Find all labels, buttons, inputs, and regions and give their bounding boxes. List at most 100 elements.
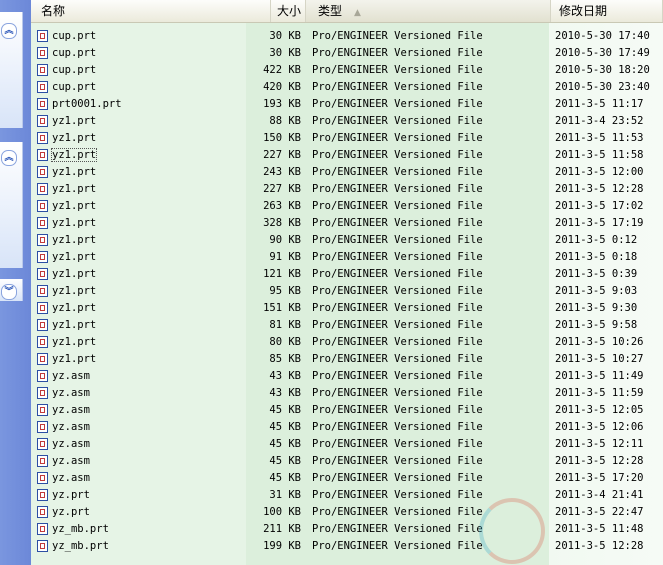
file-row[interactable]: yz.asm 45 KB Pro/ENGINEER Versioned File 20… bbox=[31, 436, 663, 453]
file-size-text: 227 KB bbox=[263, 183, 301, 195]
file-row[interactable]: yz1.prt 243 KB Pro/ENGINEER Versioned File… bbox=[31, 164, 663, 181]
file-row[interactable]: cup.prt 420 KB Pro/ENGINEER Versioned File… bbox=[31, 79, 663, 96]
file-name: yz.asm bbox=[52, 385, 252, 402]
file-row[interactable]: yz1.prt 88 KB Pro/ENGINEER Versioned File 2… bbox=[31, 113, 663, 130]
file-date-text: 2011-3-5 12:05 bbox=[555, 404, 644, 416]
file-row[interactable]: yz1.prt 91 KB Pro/ENGINEER Versioned File 2… bbox=[31, 249, 663, 266]
file-type: Pro/ENGINEER Versioned File bbox=[312, 317, 542, 334]
file-row[interactable]: yz1.prt 90 KB Pro/ENGINEER Versioned File 2… bbox=[31, 232, 663, 249]
proe-file-icon bbox=[37, 336, 48, 348]
proe-file-icon bbox=[37, 98, 48, 110]
file-row[interactable]: cup.prt 422 KB Pro/ENGINEER Versioned File… bbox=[31, 62, 663, 79]
file-row[interactable]: yz.asm 43 KB Pro/ENGINEER Versioned File 20… bbox=[31, 385, 663, 402]
file-row[interactable]: cup.prt 30 KB Pro/ENGINEER Versioned File 2… bbox=[31, 28, 663, 45]
file-name-text: yz.asm bbox=[52, 404, 90, 416]
file-size: 211 KB bbox=[241, 521, 301, 538]
file-size-text: 227 KB bbox=[263, 149, 301, 161]
file-type-text: Pro/ENGINEER Versioned File bbox=[312, 98, 483, 110]
file-row[interactable]: yz.prt 100 KB Pro/ENGINEER Versioned File 2… bbox=[31, 504, 663, 521]
file-type-text: Pro/ENGINEER Versioned File bbox=[312, 30, 483, 42]
file-type-text: Pro/ENGINEER Versioned File bbox=[312, 370, 483, 382]
file-type-text: Pro/ENGINEER Versioned File bbox=[312, 81, 483, 93]
file-row[interactable]: cup.prt 30 KB Pro/ENGINEER Versioned File 2… bbox=[31, 45, 663, 62]
file-size-text: 100 KB bbox=[263, 506, 301, 518]
file-size-text: 211 KB bbox=[263, 523, 301, 535]
collapse-group-1-icon[interactable]: ︽ bbox=[1, 23, 17, 39]
file-size-text: 420 KB bbox=[263, 81, 301, 93]
header-type[interactable]: 类型 ▲ bbox=[306, 0, 551, 22]
file-size: 199 KB bbox=[241, 538, 301, 555]
file-date-text: 2011-3-5 0:39 bbox=[555, 268, 638, 280]
file-row[interactable]: yz1.prt 227 KB Pro/ENGINEER Versioned File… bbox=[31, 181, 663, 198]
proe-file-icon bbox=[37, 302, 48, 314]
file-date-text: 2011-3-5 0:18 bbox=[555, 251, 638, 263]
file-row[interactable]: yz1.prt 95 KB Pro/ENGINEER Versioned File 2… bbox=[31, 283, 663, 300]
header-size[interactable]: 大小 bbox=[271, 0, 306, 22]
file-type: Pro/ENGINEER Versioned File bbox=[312, 351, 542, 368]
file-row[interactable]: yz1.prt 121 KB Pro/ENGINEER Versioned File… bbox=[31, 266, 663, 283]
file-size: 81 KB bbox=[241, 317, 301, 334]
file-date: 2011-3-5 12:00 bbox=[555, 164, 661, 181]
file-size: 227 KB bbox=[241, 181, 301, 198]
file-date-text: 2010-5-30 17:40 bbox=[555, 30, 650, 42]
file-name: yz1.prt bbox=[52, 113, 252, 130]
file-size: 85 KB bbox=[241, 351, 301, 368]
file-type: Pro/ENGINEER Versioned File bbox=[312, 521, 542, 538]
file-type-text: Pro/ENGINEER Versioned File bbox=[312, 319, 483, 331]
file-date-text: 2011-3-5 12:28 bbox=[555, 455, 644, 467]
file-row[interactable]: yz1.prt 263 KB Pro/ENGINEER Versioned File… bbox=[31, 198, 663, 215]
file-row[interactable]: yz.asm 45 KB Pro/ENGINEER Versioned File 20… bbox=[31, 402, 663, 419]
file-row[interactable]: yz.asm 45 KB Pro/ENGINEER Versioned File 20… bbox=[31, 419, 663, 436]
file-size: 45 KB bbox=[241, 453, 301, 470]
file-row[interactable]: yz1.prt 81 KB Pro/ENGINEER Versioned File 2… bbox=[31, 317, 663, 334]
header-name[interactable]: 名称 bbox=[31, 0, 271, 22]
file-row[interactable]: yz1.prt 151 KB Pro/ENGINEER Versioned File… bbox=[31, 300, 663, 317]
proe-file-icon bbox=[37, 523, 48, 535]
file-name: yz.asm bbox=[52, 402, 252, 419]
file-date-text: 2011-3-5 12:11 bbox=[555, 438, 644, 450]
file-type: Pro/ENGINEER Versioned File bbox=[312, 28, 542, 45]
file-row[interactable]: yz1.prt 328 KB Pro/ENGINEER Versioned File… bbox=[31, 215, 663, 232]
file-row[interactable]: yz.asm 43 KB Pro/ENGINEER Versioned File 20… bbox=[31, 368, 663, 385]
file-name-text: yz1.prt bbox=[52, 302, 97, 314]
file-name-text: yz.prt bbox=[52, 489, 90, 501]
file-date: 2011-3-5 10:27 bbox=[555, 351, 661, 368]
proe-file-icon bbox=[37, 387, 48, 399]
file-size-text: 90 KB bbox=[269, 234, 301, 246]
file-date-text: 2011-3-5 0:12 bbox=[555, 234, 638, 246]
file-row[interactable]: prt0001.prt 193 KB Pro/ENGINEER Versioned … bbox=[31, 96, 663, 113]
file-row[interactable]: yz1.prt 150 KB Pro/ENGINEER Versioned File… bbox=[31, 130, 663, 147]
collapse-group-2-icon[interactable]: ︽ bbox=[1, 150, 17, 166]
file-size: 227 KB bbox=[241, 147, 301, 164]
file-row[interactable]: yz_mb.prt 199 KB Pro/ENGINEER Versioned Fi… bbox=[31, 538, 663, 555]
file-row[interactable]: yz1.prt 85 KB Pro/ENGINEER Versioned File 2… bbox=[31, 351, 663, 368]
file-name: yz1.prt bbox=[52, 130, 252, 147]
file-date-text: 2011-3-5 10:27 bbox=[555, 353, 644, 365]
file-row[interactable]: yz.prt 31 KB Pro/ENGINEER Versioned File 20… bbox=[31, 487, 663, 504]
header-date[interactable]: 修改日期 bbox=[551, 0, 663, 22]
expand-group-3-icon[interactable]: ︾ bbox=[1, 284, 17, 300]
file-row[interactable]: yz1.prt 80 KB Pro/ENGINEER Versioned File 2… bbox=[31, 334, 663, 351]
file-row[interactable]: yz.asm 45 KB Pro/ENGINEER Versioned File 20… bbox=[31, 470, 663, 487]
file-name: yz1.prt bbox=[52, 334, 252, 351]
proe-file-icon bbox=[37, 132, 48, 144]
file-date: 2011-3-5 12:05 bbox=[555, 402, 661, 419]
file-name-text: yz1.prt bbox=[52, 132, 97, 144]
file-row[interactable]: yz_mb.prt 211 KB Pro/ENGINEER Versioned Fi… bbox=[31, 521, 663, 538]
file-date-text: 2011-3-5 11:58 bbox=[555, 149, 644, 161]
file-date-text: 2011-3-5 17:20 bbox=[555, 472, 644, 484]
file-size-text: 43 KB bbox=[269, 370, 301, 382]
file-size-text: 328 KB bbox=[263, 217, 301, 229]
file-date: 2010-5-30 23:40 bbox=[555, 79, 661, 96]
file-name: yz1.prt bbox=[52, 266, 252, 283]
file-name-text: yz1.prt bbox=[52, 353, 97, 365]
proe-file-icon bbox=[37, 472, 48, 484]
proe-file-icon bbox=[37, 234, 48, 246]
file-name: yz1.prt bbox=[52, 198, 252, 215]
proe-file-icon bbox=[37, 438, 48, 450]
file-row[interactable]: yz.asm 45 KB Pro/ENGINEER Versioned File 20… bbox=[31, 453, 663, 470]
file-type: Pro/ENGINEER Versioned File bbox=[312, 45, 542, 62]
file-date-text: 2011-3-5 10:26 bbox=[555, 336, 644, 348]
file-row[interactable]: yz1.prt 227 KB Pro/ENGINEER Versioned File… bbox=[31, 147, 663, 164]
task-pane: ︽ ︽ ︾ bbox=[0, 0, 31, 565]
